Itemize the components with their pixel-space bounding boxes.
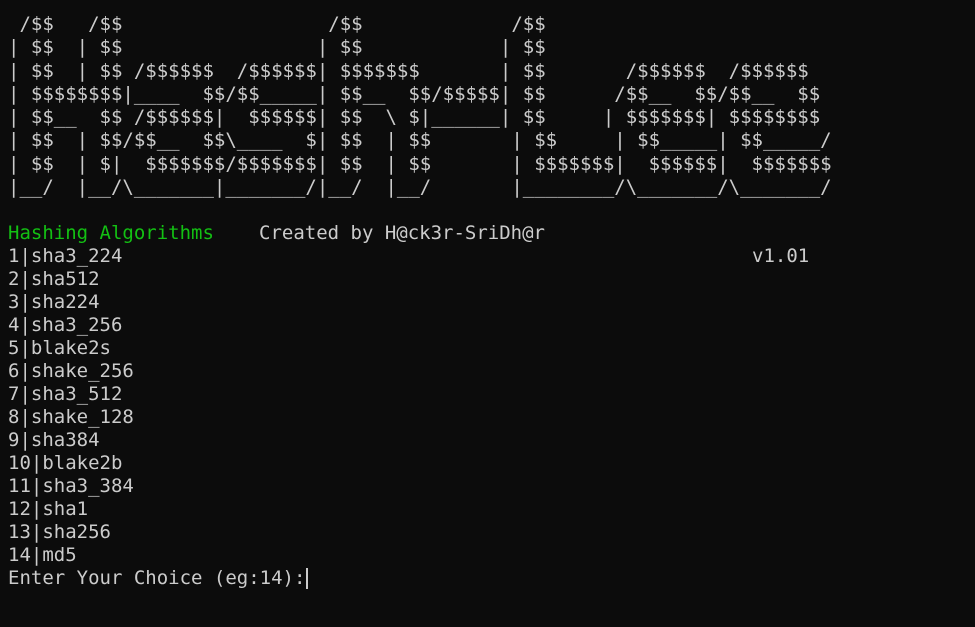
menu-item-shake-256[interactable]: 6|shake_256 — [8, 360, 975, 383]
menu-item-sha384[interactable]: 9|sha384 — [8, 429, 975, 452]
author-credit: Created by H@ck3r-SriDh@r — [259, 222, 545, 245]
menu-item-blake2b[interactable]: 10|blake2b — [8, 452, 975, 475]
menu-item-sha3-256[interactable]: 4|sha3_256 — [8, 314, 975, 337]
menu-item-sha224[interactable]: 3|sha224 — [8, 291, 975, 314]
menu-item-shake-128[interactable]: 8|shake_128 — [8, 406, 975, 429]
menu-item-sha1[interactable]: 12|sha1 — [8, 498, 975, 521]
choice-prompt[interactable]: Enter Your Choice (eg:14): — [8, 567, 975, 590]
menu-item-sha3-512[interactable]: 7|sha3_512 — [8, 383, 975, 406]
prompt-label: Enter Your Choice (eg:14): — [8, 567, 306, 590]
menu-item-sha3-384[interactable]: 11|sha3_384 — [8, 475, 975, 498]
terminal-window[interactable]: /$$ /$$ /$$ /$$ | $$ | $$ | $$ | $$ | $$… — [0, 0, 975, 627]
text-cursor — [306, 568, 309, 590]
menu-item-sha3-224[interactable]: 1|sha3_224 — [8, 245, 975, 268]
menu-item-blake2s[interactable]: 5|blake2s — [8, 337, 975, 360]
ascii-banner: /$$ /$$ /$$ /$$ | $$ | $$ | $$ | $$ | $$… — [8, 13, 832, 199]
menu-item-sha256[interactable]: 13|sha256 — [8, 521, 975, 544]
version-label: v1.01 — [752, 245, 810, 268]
menu-item-md5[interactable]: 14|md5 — [8, 544, 975, 567]
menu-item-sha512[interactable]: 2|sha512 — [8, 268, 975, 291]
algorithm-menu: 1|sha3_224 2|sha512 3|sha224 4|sha3_256 … — [8, 245, 975, 567]
credit-line: Created by H@ck3r-SriDh@r v1.01 — [8, 199, 975, 267]
